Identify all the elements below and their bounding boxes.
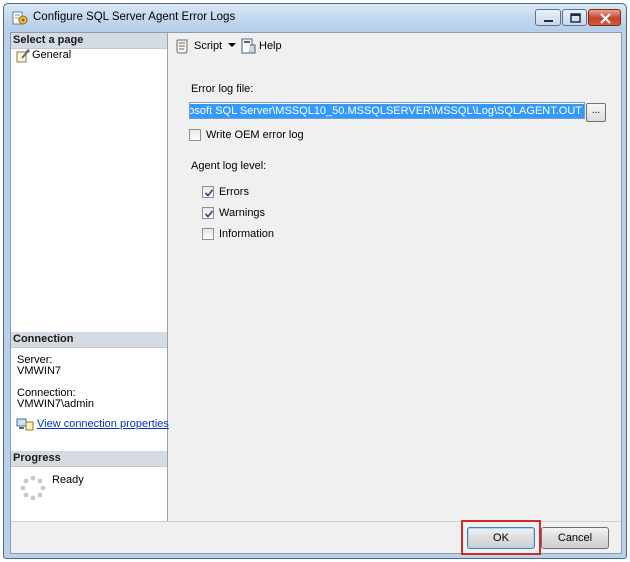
cancel-button[interactable]: Cancel <box>541 527 609 549</box>
script-label: Script <box>194 40 223 52</box>
select-page-header: Select a page <box>11 33 167 49</box>
warnings-checkbox-box[interactable] <box>202 207 214 219</box>
errors-label: Errors <box>219 186 249 198</box>
information-label: Information <box>219 228 275 240</box>
help-icon <box>241 38 256 54</box>
ok-button[interactable]: OK <box>467 527 535 549</box>
warnings-label: Warnings <box>219 207 266 219</box>
progress-status: Ready <box>52 474 84 486</box>
right-pane: Script Help Error log file: Files\Micros… <box>169 33 621 521</box>
error-log-file-value: Files\Microsoft SQL Server\MSSQL10_50.MS… <box>190 104 584 118</box>
app-icon <box>12 11 28 25</box>
checkmark-icon <box>204 210 214 218</box>
error-log-file-label: Error log file: <box>191 83 254 95</box>
close-button[interactable] <box>588 9 621 26</box>
script-icon <box>176 39 188 54</box>
server-value: VMWIN7 <box>17 365 61 377</box>
write-oem-label: Write OEM error log <box>206 129 304 141</box>
view-connection-link[interactable]: View connection properties <box>37 418 169 430</box>
error-log-file-input[interactable]: Files\Microsoft SQL Server\MSSQL10_50.MS… <box>189 102 585 119</box>
errors-checkbox-box[interactable] <box>202 186 214 198</box>
write-oem-checkbox-box[interactable] <box>189 129 201 141</box>
connection-properties-icon <box>16 418 34 431</box>
checkmark-icon <box>204 189 214 197</box>
title-bar[interactable]: Configure SQL Server Agent Error Logs <box>4 4 626 31</box>
information-checkbox-box[interactable] <box>202 228 214 240</box>
toolbar: Script Help <box>169 33 621 59</box>
wrench-page-icon <box>16 49 30 63</box>
minimize-button[interactable] <box>535 9 561 26</box>
minimize-icon <box>544 20 553 22</box>
page-item-label: General <box>32 49 72 61</box>
connection-value: VMWIN7\admin <box>17 398 95 410</box>
progress-spinner-icon <box>20 475 46 501</box>
dialog-window: Configure SQL Server Agent Error Logs Se… <box>3 3 627 559</box>
script-dropdown-arrow-icon[interactable] <box>228 39 236 51</box>
dialog-client: Select a page General Connection Server:… <box>10 32 622 555</box>
close-icon <box>600 13 611 24</box>
progress-header: Progress <box>11 451 167 467</box>
browse-button[interactable]: ... <box>586 103 606 122</box>
help-label: Help <box>259 40 282 52</box>
maximize-icon <box>570 13 581 23</box>
agent-log-level-label: Agent log level: <box>191 160 267 172</box>
left-pane: Select a page General Connection Server:… <box>11 33 169 521</box>
maximize-button[interactable] <box>562 9 587 26</box>
connection-header: Connection <box>11 332 167 348</box>
window-title: Configure SQL Server Agent Error Logs <box>33 11 236 23</box>
